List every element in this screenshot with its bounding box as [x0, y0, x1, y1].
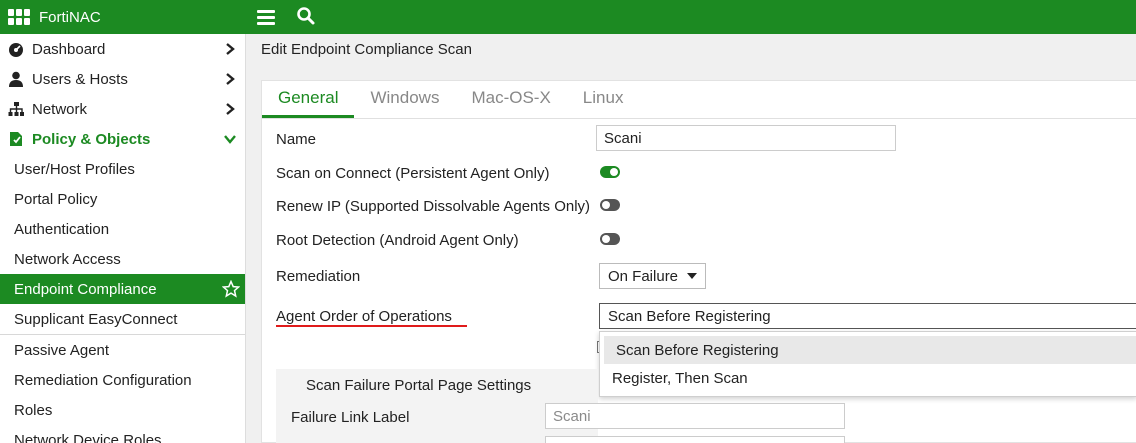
scan-on-connect-toggle[interactable]: [600, 166, 620, 178]
renew-ip-toggle[interactable]: [600, 199, 620, 211]
annotation-underline: [276, 325, 467, 327]
sidebar-item-label: Policy & Objects: [32, 130, 151, 148]
tab-linux[interactable]: Linux: [567, 81, 640, 118]
remediation-select[interactable]: On Failure: [599, 263, 707, 289]
root-detection-toggle[interactable]: [600, 233, 620, 245]
root-detection-label: Root Detection (Android Agent Only): [276, 232, 519, 249]
scan-failure-section-title: Scan Failure Portal Page Settings: [306, 377, 532, 394]
sidebar-item-label: Network: [32, 100, 88, 118]
sidebar: Dashboard Users & Hosts Network Policy &…: [0, 34, 246, 443]
edit-scan-panel: General Windows Mac-OS-X Linux Name Scan…: [261, 80, 1136, 443]
sidebar-item-portal-policy[interactable]: Portal Policy: [0, 184, 245, 214]
hamburger-menu-icon[interactable]: [257, 7, 275, 27]
chevron-down-icon: [224, 135, 236, 144]
agent-order-dropdown: Scan Before Registering Register, Then S…: [599, 331, 1136, 397]
tab-bar: General Windows Mac-OS-X Linux: [262, 81, 639, 118]
sidebar-item-network[interactable]: Network: [0, 94, 245, 124]
chevron-right-icon: [226, 73, 235, 85]
next-field-input[interactable]: [545, 436, 845, 443]
agent-order-value: Scan Before Registering: [608, 307, 771, 325]
policy-icon: [8, 131, 24, 147]
sidebar-item-label: Network Device Roles: [14, 431, 162, 443]
network-icon: [8, 101, 24, 117]
dashboard-icon: [8, 41, 24, 57]
sidebar-item-users-hosts[interactable]: Users & Hosts: [0, 64, 245, 94]
agent-order-select[interactable]: Scan Before Registering: [599, 303, 1136, 329]
caret-down-icon: [687, 273, 698, 279]
sidebar-item-label: Dashboard: [32, 40, 106, 58]
sidebar-item-network-access[interactable]: Network Access: [0, 244, 245, 274]
agent-order-option[interactable]: Scan Before Registering: [604, 336, 1136, 364]
user-icon: [8, 71, 24, 87]
failure-link-label: Failure Link Label: [291, 409, 410, 426]
sidebar-item-user-host-profiles[interactable]: User/Host Profiles: [0, 154, 245, 184]
sidebar-item-label: Portal Policy: [14, 190, 98, 208]
sidebar-item-label: Endpoint Compliance: [14, 280, 157, 298]
name-input[interactable]: [596, 125, 896, 151]
search-icon[interactable]: [296, 6, 316, 26]
sidebar-item-label: Users & Hosts: [32, 70, 128, 88]
tab-divider: [262, 118, 1136, 119]
sidebar-item-label: Remediation Configuration: [14, 371, 192, 389]
brand[interactable]: FortiNAC: [8, 0, 101, 34]
tab-mac-os-x[interactable]: Mac-OS-X: [455, 81, 566, 118]
scan-on-connect-label: Scan on Connect (Persistent Agent Only): [276, 165, 550, 182]
sidebar-item-label: Network Access: [14, 250, 121, 268]
sidebar-item-label: Supplicant EasyConnect: [14, 310, 178, 328]
sidebar-item-label: User/Host Profiles: [14, 160, 135, 178]
sidebar-item-label: Passive Agent: [14, 341, 110, 359]
sidebar-item-roles[interactable]: Roles: [0, 395, 245, 425]
agent-order-option[interactable]: Register, Then Scan: [600, 364, 1136, 392]
tab-general[interactable]: General: [262, 81, 355, 118]
sidebar-item-authentication[interactable]: Authentication: [0, 214, 245, 244]
app-name: FortiNAC: [39, 8, 101, 26]
main-content: Edit Endpoint Compliance Scan General Wi…: [246, 34, 1136, 443]
remediation-value: On Failure: [608, 267, 679, 285]
failure-link-input[interactable]: [545, 403, 845, 429]
sidebar-item-endpoint-compliance[interactable]: Endpoint Compliance: [0, 274, 245, 304]
page-title: Edit Endpoint Compliance Scan: [261, 41, 472, 58]
name-label: Name: [276, 131, 317, 148]
agent-order-label: Agent Order of Operations: [276, 308, 452, 325]
chevron-right-icon: [226, 103, 235, 115]
sidebar-item-label: Roles: [14, 401, 53, 419]
sidebar-item-remediation-configuration[interactable]: Remediation Configuration: [0, 365, 245, 395]
sidebar-item-dashboard[interactable]: Dashboard: [0, 34, 245, 64]
remediation-label: Remediation: [276, 268, 361, 285]
fortinet-logo-icon: [8, 9, 30, 25]
sidebar-item-passive-agent[interactable]: Passive Agent: [0, 335, 245, 365]
chevron-right-icon: [226, 43, 235, 55]
renew-ip-label: Renew IP (Supported Dissolvable Agents O…: [276, 198, 591, 215]
sidebar-item-supplicant-easyconnect[interactable]: Supplicant EasyConnect: [0, 304, 245, 334]
top-bar: FortiNAC: [0, 0, 1136, 34]
tab-windows[interactable]: Windows: [354, 81, 455, 118]
favorite-star-icon[interactable]: [222, 280, 240, 298]
sidebar-item-label: Authentication: [14, 220, 110, 238]
sidebar-item-network-device-roles[interactable]: Network Device Roles: [0, 425, 245, 443]
sidebar-item-policy-objects[interactable]: Policy & Objects: [0, 124, 245, 154]
